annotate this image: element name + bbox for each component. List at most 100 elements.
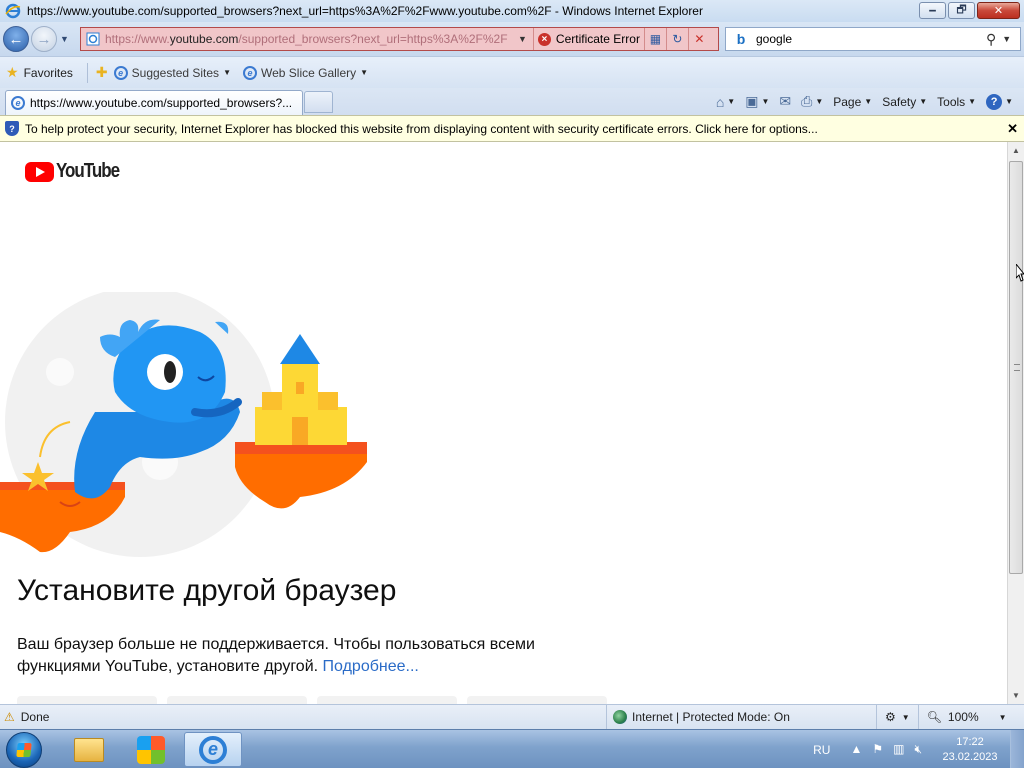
- search-input[interactable]: [756, 32, 982, 46]
- read-mail-button[interactable]: ✉: [776, 93, 794, 110]
- favorites-button[interactable]: ★ Favorites: [6, 64, 73, 81]
- settings-icon: ⚙: [885, 710, 896, 724]
- refresh-icon[interactable]: ↻: [665, 28, 688, 50]
- recent-pages-dropdown-icon[interactable]: ▼: [60, 34, 69, 44]
- browser-options-placeholder: [17, 696, 617, 704]
- taskbar-explorer-button[interactable]: [60, 732, 118, 767]
- ie-page-icon: e: [113, 65, 128, 80]
- page-menu[interactable]: Page ▼: [830, 95, 875, 109]
- close-icon[interactable]: ✕: [1007, 121, 1018, 137]
- bing-icon: b: [736, 31, 746, 47]
- folder-icon: [74, 737, 104, 762]
- home-icon: ⌂: [715, 93, 725, 110]
- chevron-down-icon: ▼: [1005, 97, 1013, 106]
- flag-icon[interactable]: ⚑: [872, 742, 883, 757]
- command-bar: ⌂ ▼ ▣ ▼ ✉ ⎙ ▼ Page ▼ Safety ▼ Tools ▼ ? ▼: [713, 90, 1016, 113]
- scroll-up-arrow-icon[interactable]: ▲: [1008, 142, 1024, 159]
- zoom-level: 100%: [947, 710, 979, 724]
- back-button[interactable]: ←: [3, 26, 29, 52]
- globe-icon: [613, 710, 627, 724]
- security-zone[interactable]: Internet | Protected Mode: On: [606, 705, 876, 729]
- status-text: Done: [20, 710, 50, 724]
- feeds-button[interactable]: ▣ ▼: [742, 93, 772, 110]
- internet-explorer-icon: [5, 3, 21, 19]
- mouse-cursor-icon: [1016, 264, 1024, 282]
- url-text[interactable]: https://www.youtube.com/supported_browse…: [105, 32, 510, 46]
- window-title: https://www.youtube.com/supported_browse…: [27, 4, 703, 18]
- star-icon: ★: [6, 64, 19, 80]
- chevron-down-icon: ▼: [901, 712, 910, 722]
- favorites-bar: ★ Favorites ✚ e Suggested Sites ▼ e Web …: [0, 56, 1024, 88]
- network-icon[interactable]: ▥: [893, 742, 904, 757]
- clock-time: 17:22: [956, 735, 984, 748]
- taskbar-internet-explorer-button[interactable]: e: [184, 732, 242, 767]
- minimize-button[interactable]: 🗕: [919, 2, 946, 19]
- scrollbar-thumb[interactable]: [1009, 161, 1023, 574]
- help-icon: ?: [986, 93, 1003, 110]
- compatibility-view-icon[interactable]: ▦: [643, 28, 666, 50]
- new-tab-button[interactable]: [304, 91, 333, 113]
- mail-icon: ✉: [779, 93, 792, 109]
- separator: [86, 62, 88, 83]
- status-text-area: ⚠ Done: [0, 710, 606, 724]
- search-options-dropdown-icon[interactable]: ▼: [1002, 34, 1011, 44]
- address-bar[interactable]: https://www.youtube.com/supported_browse…: [80, 27, 719, 51]
- information-bar[interactable]: ? To help protect your security, Interne…: [0, 115, 1024, 142]
- logo-text: YouTube: [56, 160, 120, 182]
- language-indicator[interactable]: RU: [813, 743, 830, 757]
- popup-blocker-button[interactable]: ⚙ ▼: [876, 705, 918, 729]
- clock-date: 23.02.2023: [942, 750, 998, 763]
- youtube-play-icon: [25, 161, 54, 182]
- search-icon[interactable]: ⚲: [986, 31, 996, 48]
- certificate-error-button[interactable]: × Certificate Error: [532, 28, 644, 50]
- restore-button[interactable]: 🗗: [948, 2, 975, 19]
- search-box[interactable]: b ⚲ ▼: [725, 27, 1021, 51]
- forward-button[interactable]: →: [31, 26, 57, 52]
- ie-page-icon: e: [242, 65, 257, 80]
- youtube-logo[interactable]: YouTube: [25, 160, 130, 183]
- zoom-control[interactable]: 🔍︎ 100% ▼: [917, 705, 1015, 729]
- stop-icon[interactable]: ✕: [687, 28, 710, 50]
- vertical-scrollbar[interactable]: ▲ ▼: [1007, 142, 1024, 704]
- add-to-favorites-bar-icon[interactable]: ✚: [96, 64, 108, 81]
- printer-icon: ⎙: [801, 93, 813, 109]
- chevron-down-icon: ▼: [223, 68, 231, 77]
- suggested-sites-item[interactable]: e Suggested Sites ▼: [113, 65, 231, 80]
- learn-more-link[interactable]: Подробнее...: [323, 658, 419, 675]
- volume-muted-icon[interactable]: 🔇︎: [914, 742, 922, 757]
- window-title-bar: https://www.youtube.com/supported_browse…: [0, 0, 1024, 22]
- home-button[interactable]: ⌂ ▼: [713, 94, 738, 110]
- browser-option-card[interactable]: [17, 696, 157, 704]
- taskbar-media-player-button[interactable]: [122, 732, 180, 767]
- clock[interactable]: 17:22 23.02.2023: [942, 735, 998, 765]
- error-x-icon: ×: [537, 32, 551, 46]
- page-content: YouTube Установите другой браузер Ваш бр…: [0, 142, 1007, 704]
- tab-youtube[interactable]: e https://www.youtube.com/supported_brow…: [5, 90, 303, 115]
- print-button[interactable]: ⎙ ▼: [798, 93, 826, 110]
- browser-option-card[interactable]: [317, 696, 457, 704]
- chevron-down-icon: ▼: [968, 97, 977, 106]
- page-icon: [86, 32, 100, 46]
- page-description: Ваш браузер больше не поддерживается. Чт…: [17, 636, 535, 675]
- show-desktop-button[interactable]: [1010, 730, 1024, 768]
- information-bar-message[interactable]: To help protect your security, Internet …: [25, 122, 818, 136]
- web-slice-gallery-item[interactable]: e Web Slice Gallery ▼: [242, 65, 369, 80]
- safety-menu[interactable]: Safety ▼: [879, 95, 930, 109]
- chevron-down-icon: ▼: [727, 97, 736, 106]
- chevron-down-icon: ▼: [919, 97, 928, 106]
- start-button[interactable]: [6, 732, 42, 768]
- close-window-button[interactable]: ✕: [977, 2, 1020, 19]
- browser-option-card[interactable]: [167, 696, 307, 704]
- tools-menu[interactable]: Tools ▼: [934, 95, 979, 109]
- url-history-dropdown-icon[interactable]: ▼: [518, 34, 527, 44]
- shield-icon: ?: [5, 121, 19, 136]
- taskbar: e RU ▲ ⚑ ▥ 🔇︎ 17:22 23.02.2023: [0, 729, 1024, 768]
- status-bar: ⚠ Done Internet | Protected Mode: On ⚙ ▼…: [0, 704, 1024, 729]
- zone-text: Internet | Protected Mode: On: [632, 710, 790, 724]
- show-hidden-icons-icon[interactable]: ▲: [850, 742, 862, 757]
- scroll-down-arrow-icon[interactable]: ▼: [1008, 687, 1024, 704]
- help-menu[interactable]: ? ▼: [983, 93, 1016, 110]
- navigation-bar: ← → ▼ https://www.youtube.com/supported_…: [0, 22, 1024, 56]
- browser-option-card[interactable]: [467, 696, 607, 704]
- chevron-down-icon: ▼: [360, 68, 369, 77]
